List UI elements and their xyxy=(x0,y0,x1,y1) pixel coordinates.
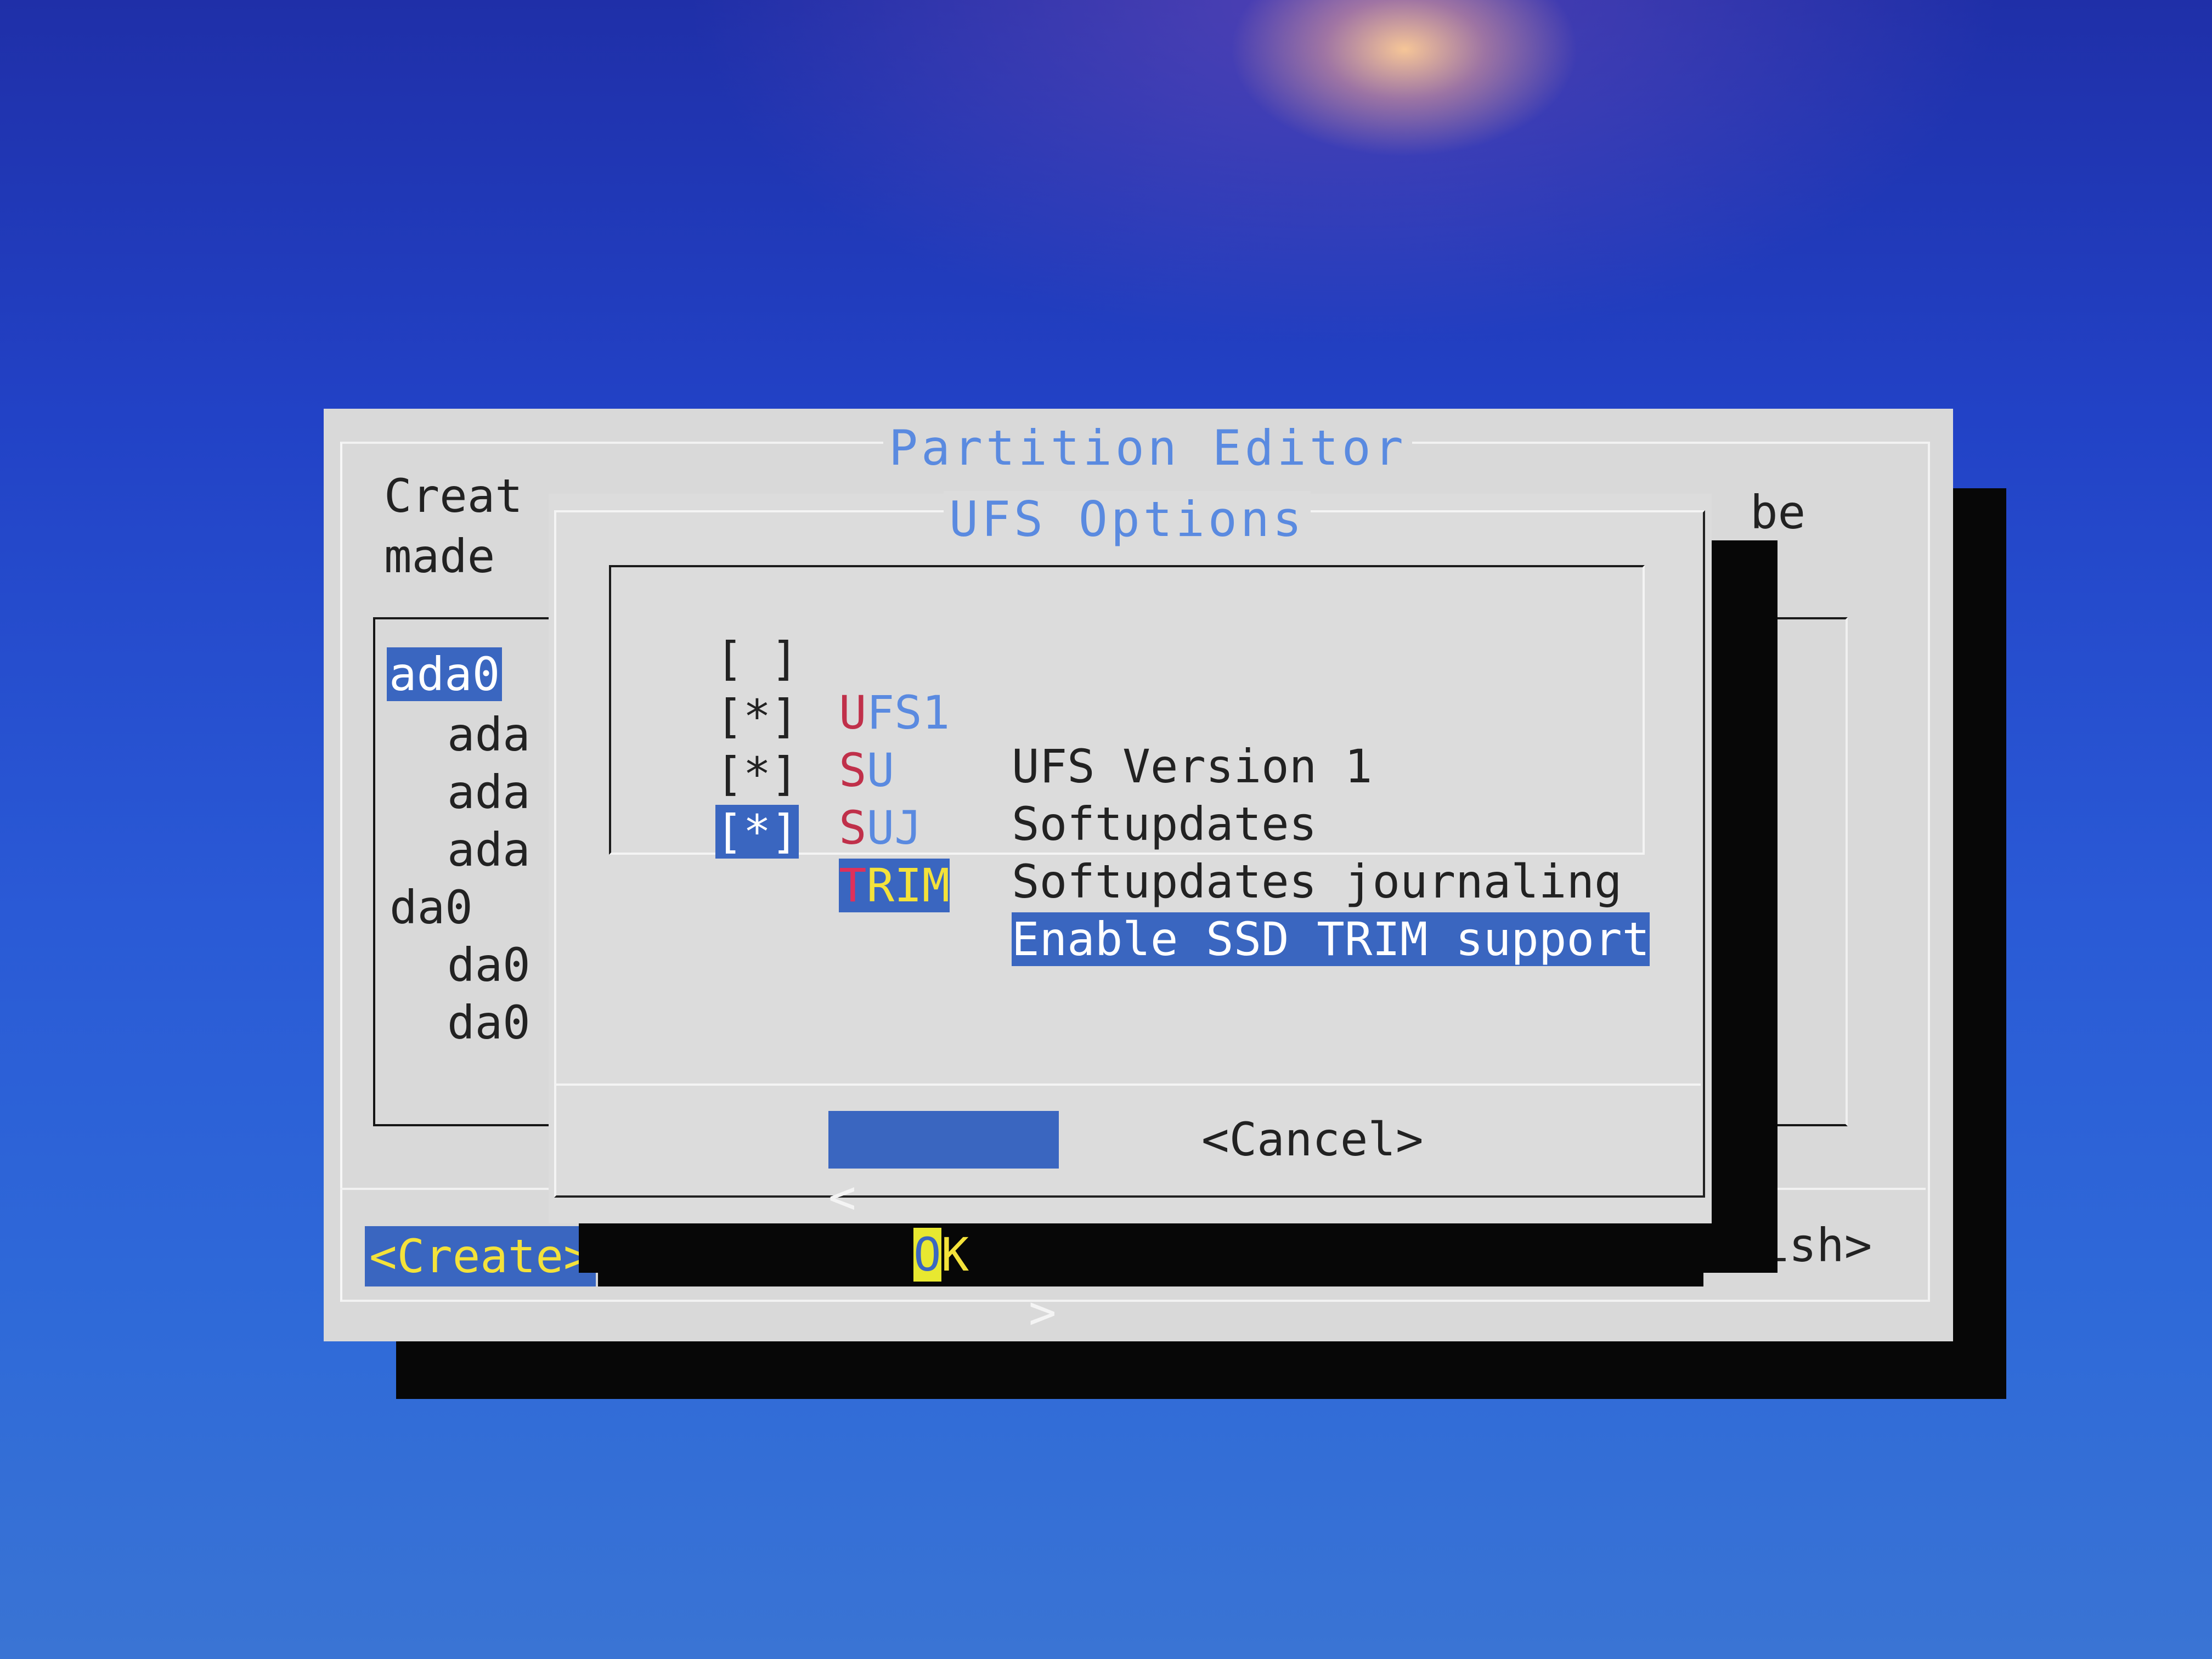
disk-list-item[interactable]: ada xyxy=(447,765,531,819)
ok-left-bracket: < xyxy=(828,1170,856,1224)
option-name-rest: RIM xyxy=(866,859,950,912)
description-line-1: Creat xyxy=(384,469,523,523)
option-description: Softupdates journaling xyxy=(1012,855,1622,909)
option-name: SUJ xyxy=(839,801,922,855)
ufs-options-dialog: UFS Options [ ] UFS1 UFS Version 1 [*] S… xyxy=(549,491,1712,1339)
disk-list-item[interactable]: da0 xyxy=(447,938,531,992)
ok-hotkey: O xyxy=(913,1228,941,1282)
ok-right-bracket: > xyxy=(1029,1285,1057,1339)
description-line-2: made xyxy=(384,529,495,583)
option-row-ufs1[interactable]: [ ] UFS1 UFS Version 1 xyxy=(611,578,1643,793)
ufs-options-list: [ ] UFS1 UFS Version 1 [*] SU Softupdate… xyxy=(609,565,1650,966)
option-checkbox[interactable]: [*] xyxy=(715,805,799,859)
disk-list-item[interactable]: ada xyxy=(447,708,531,761)
cancel-button[interactable]: <Cancel> xyxy=(1201,1111,1424,1169)
create-button[interactable]: <Create> xyxy=(365,1226,596,1286)
option-name: TRIM xyxy=(839,859,950,912)
option-name-rest: UJ xyxy=(866,801,922,855)
disk-list-item[interactable]: ada xyxy=(447,823,531,877)
option-description: Enable SSD TRIM support xyxy=(1012,912,1650,966)
option-row-suj[interactable]: [*] SUJ Softupdates journaling xyxy=(611,693,1643,909)
disk-list-item[interactable]: da0 xyxy=(390,881,473,934)
ok-label: OK xyxy=(913,1226,969,1284)
option-hotkey: S xyxy=(839,801,867,855)
ok-button[interactable]: < OK > xyxy=(828,1111,1059,1339)
disk-list-item[interactable]: da0 xyxy=(447,996,531,1049)
ufs-button-bar-divider xyxy=(554,1084,1701,1086)
option-hotkey: T xyxy=(839,859,867,912)
ok-label-rest: K xyxy=(941,1228,969,1282)
partition-editor-title: Partition Editor xyxy=(883,420,1412,476)
option-row-trim[interactable]: [*] TRIM Enable SSD TRIM support xyxy=(611,751,1650,966)
description-right-fragment: be xyxy=(1750,486,1806,539)
ufs-options-title: UFS Options xyxy=(944,491,1311,548)
finish-button[interactable]: ish> xyxy=(1761,1215,1872,1276)
option-row-su[interactable]: [*] SU Softupdates xyxy=(611,636,1643,851)
disk-list-item[interactable]: ada0 xyxy=(387,647,503,701)
